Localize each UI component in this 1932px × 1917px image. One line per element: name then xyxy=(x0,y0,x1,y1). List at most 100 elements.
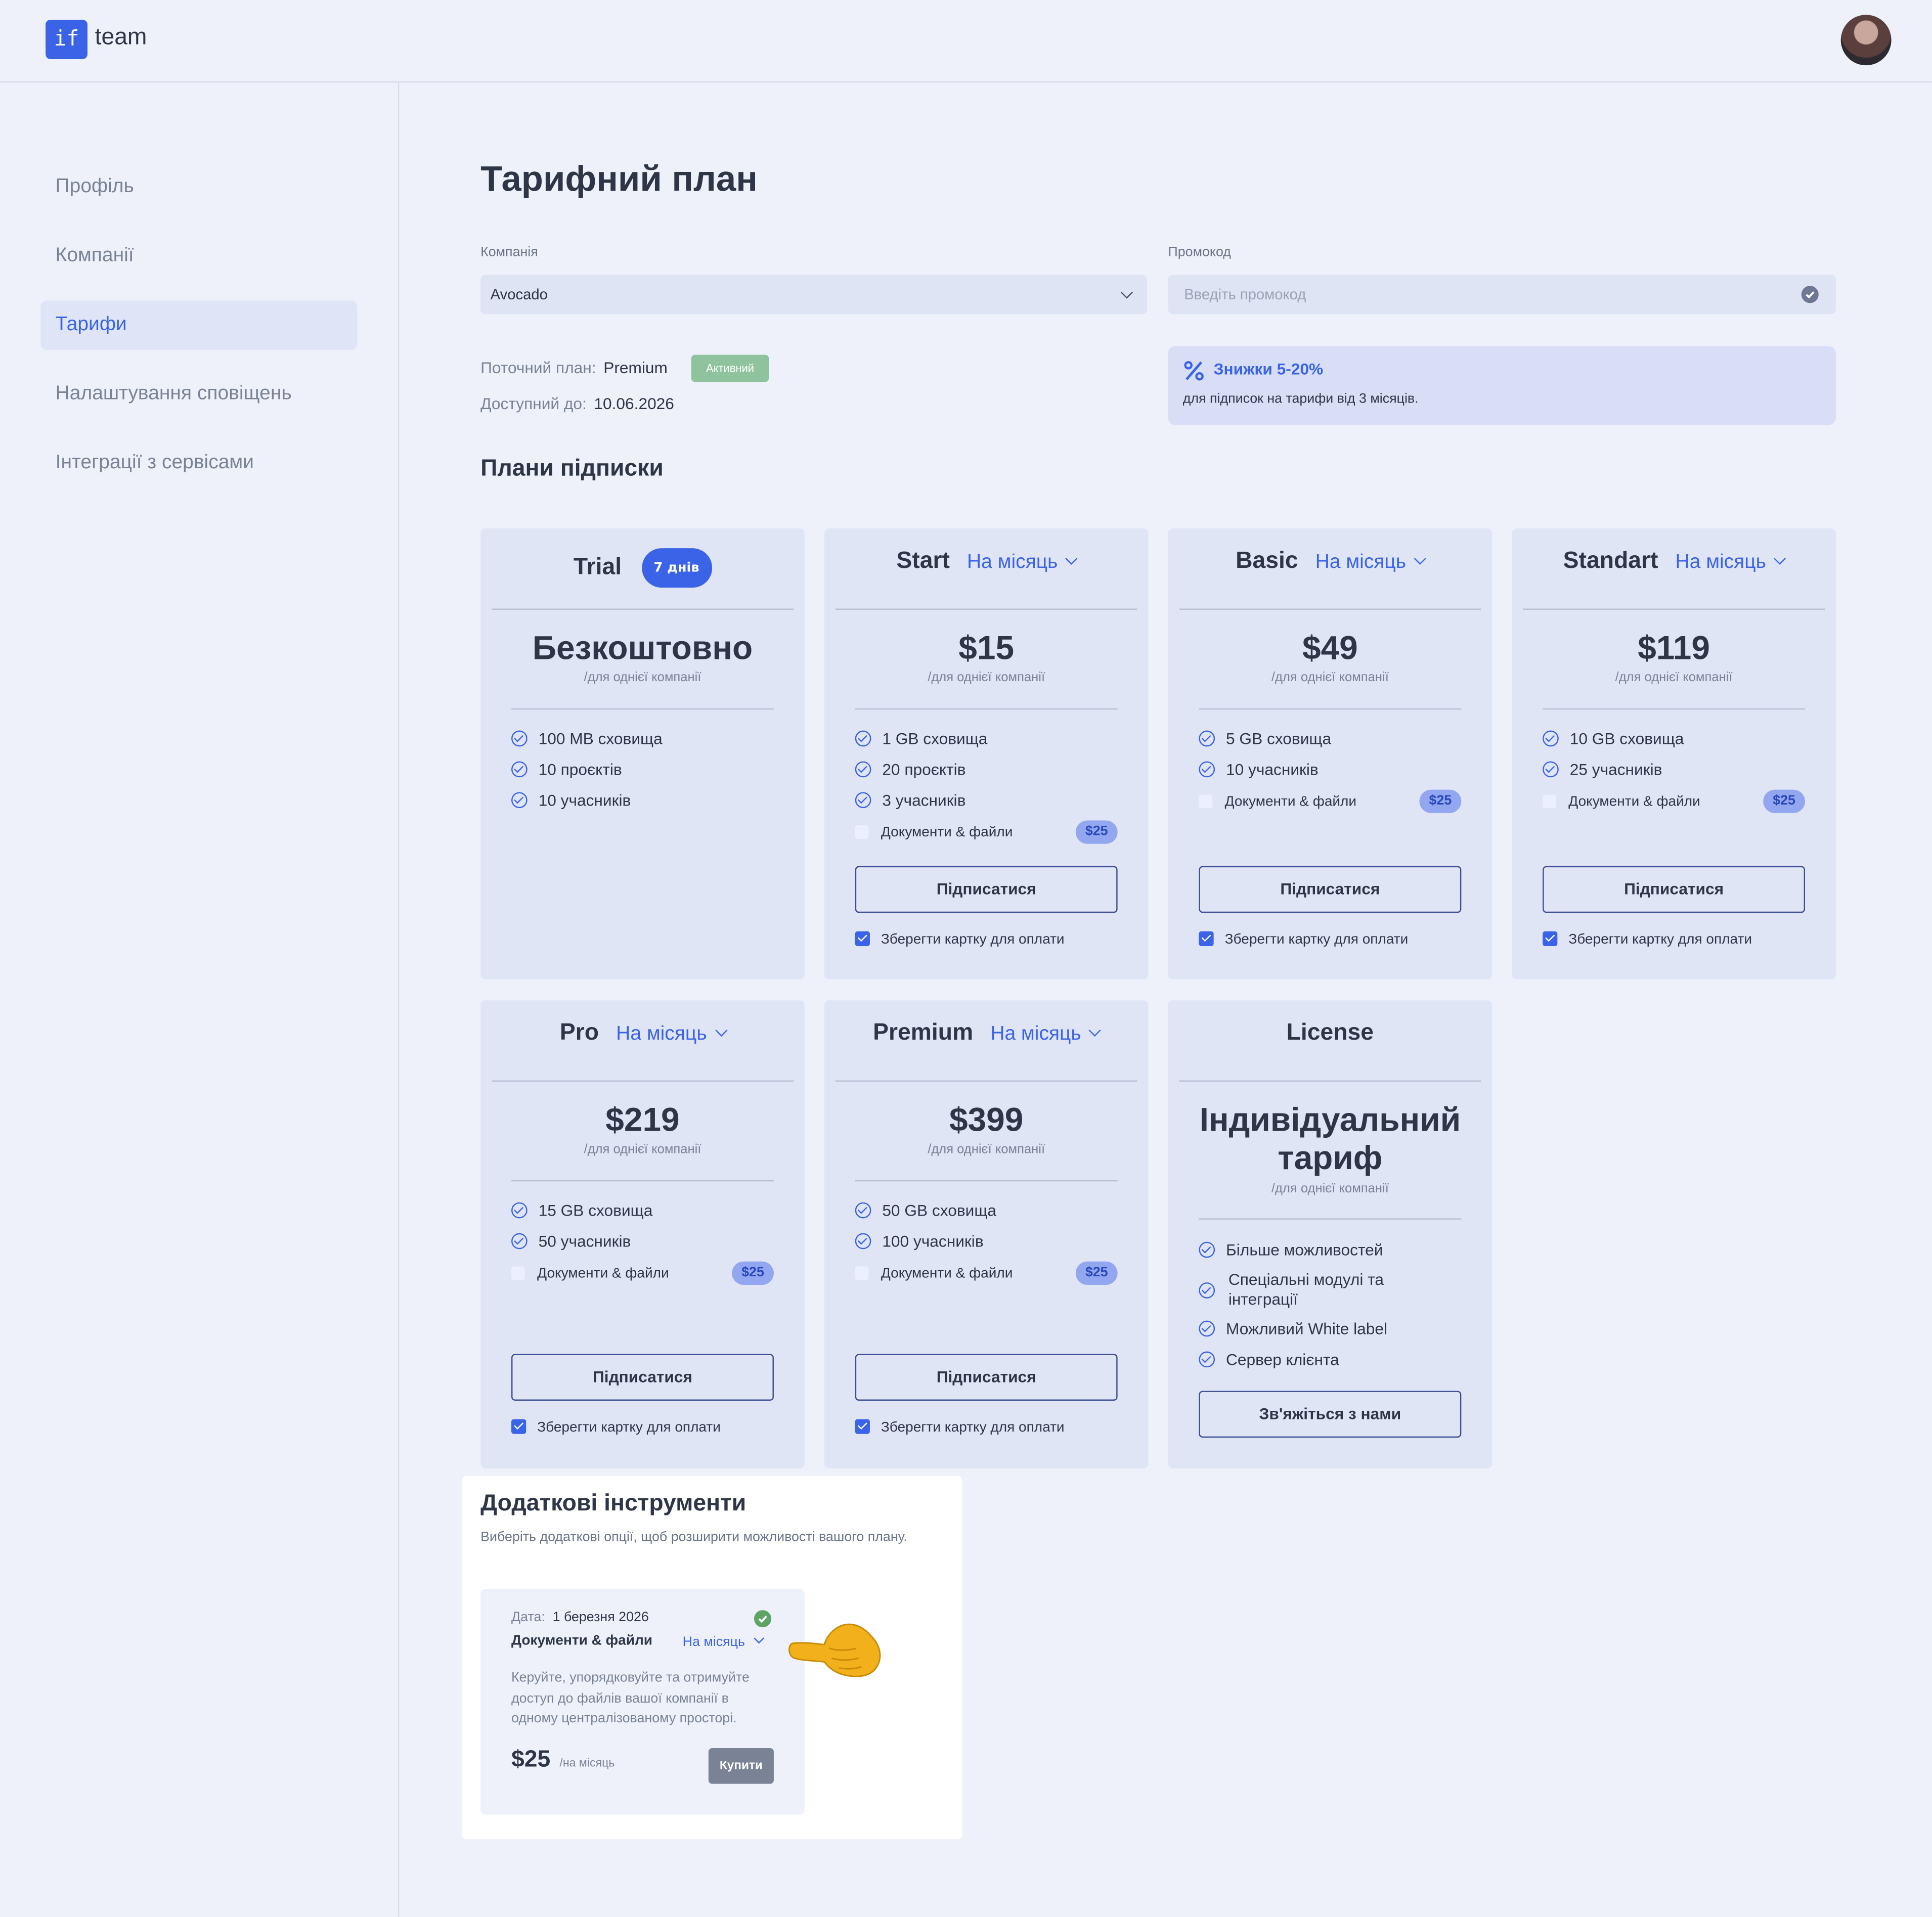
addon-docs-row[interactable]: Документи & файли $25 xyxy=(511,1261,774,1286)
sidebar-item-integrations[interactable]: Інтеграції з сервісами xyxy=(40,438,357,487)
plan-name: Basic xyxy=(1236,548,1298,574)
feature-item: 10 учасників xyxy=(1199,759,1319,781)
plan-name: Premium xyxy=(873,1020,974,1046)
chevron-down-icon[interactable] xyxy=(1414,552,1427,565)
sidebar-item-profile[interactable]: Профіль xyxy=(40,163,357,212)
chevron-down-icon xyxy=(1120,286,1133,299)
addon-period-select[interactable]: На місяць xyxy=(683,1633,764,1649)
promo-input[interactable]: Введіть промокод xyxy=(1168,275,1836,315)
save-card-checkbox[interactable]: Зберегти картку для оплати xyxy=(511,1419,721,1437)
plan-price: $15 xyxy=(958,629,1015,666)
plan-price: $49 xyxy=(1302,629,1358,666)
checkbox-checked-icon[interactable] xyxy=(511,1419,526,1434)
current-plan-label: Поточний план: xyxy=(480,358,596,377)
check-circle-icon xyxy=(511,730,528,747)
save-card-checkbox[interactable]: Зберегти картку для оплати xyxy=(855,1419,1065,1437)
check-circle-icon xyxy=(1199,1320,1215,1337)
checkbox-empty[interactable] xyxy=(1199,794,1213,809)
checkbox-checked-icon[interactable] xyxy=(855,1419,870,1434)
plan-card-premium: Premium На місяць $399 /для однієї компан… xyxy=(824,1000,1149,1468)
plan-price: $219 xyxy=(605,1101,680,1139)
check-circle-icon xyxy=(511,792,528,809)
promo-label: Промокод xyxy=(1168,245,1231,260)
buy-button[interactable]: Купити xyxy=(708,1748,774,1784)
subscribe-button[interactable]: Підписатися xyxy=(1543,866,1806,913)
save-card-checkbox[interactable]: Зберегти картку для оплати xyxy=(1199,931,1408,949)
period-select[interactable]: На місяць xyxy=(1315,552,1406,572)
current-plan-row: Поточний план: Premium xyxy=(480,359,668,377)
plan-price-note: /для однієї компанії xyxy=(1271,670,1389,685)
feature-item: 15 GB сховища xyxy=(511,1200,652,1222)
feature-item: Можливий White label xyxy=(1199,1318,1387,1341)
contact-us-button[interactable]: Зв'яжіться з нами xyxy=(1199,1391,1462,1438)
addon-price-badge: $25 xyxy=(1419,789,1462,813)
feature-item: Сервер клієнта xyxy=(1199,1349,1339,1371)
period-select[interactable]: На місяць xyxy=(990,1023,1081,1044)
chevron-down-icon[interactable] xyxy=(715,1024,727,1037)
available-until-row: Доступний до: 10.06.2026 xyxy=(480,394,674,413)
subscribe-button[interactable]: Підписатися xyxy=(855,866,1118,913)
checkbox-checked-icon[interactable] xyxy=(1199,931,1214,947)
period-select[interactable]: На місяць xyxy=(1676,552,1766,572)
plan-card-basic: Basic На місяць $49 /для однієї компанії … xyxy=(1168,528,1492,979)
plan-name: Start xyxy=(896,548,950,574)
logo-icon[interactable]: if xyxy=(46,19,87,59)
checkbox-empty[interactable] xyxy=(855,825,869,839)
plan-price-line1: Індивідуальний xyxy=(1199,1101,1461,1139)
company-select[interactable]: Avocado xyxy=(480,275,1148,315)
chevron-down-icon[interactable] xyxy=(753,1633,764,1644)
checkbox-empty[interactable] xyxy=(855,1266,869,1280)
check-circle-icon xyxy=(855,761,871,778)
period-select[interactable]: На місяць xyxy=(967,552,1058,572)
subscribe-button[interactable]: Підписатися xyxy=(511,1354,774,1401)
current-plan-value: Premium xyxy=(603,358,668,377)
check-circle-icon xyxy=(1543,730,1559,747)
discount-banner: Знижки 5-20% для підписок на тарифи від … xyxy=(1168,346,1836,425)
check-circle-icon xyxy=(855,1233,871,1250)
check-circle-icon xyxy=(1199,1351,1215,1368)
sidebar-item-tariffs[interactable]: Тарифи xyxy=(40,300,358,350)
checkbox-empty[interactable] xyxy=(1543,794,1556,809)
plan-name: License xyxy=(1286,1020,1374,1046)
chevron-down-icon[interactable] xyxy=(1774,552,1786,565)
feature-item: 10 проєктів xyxy=(511,759,622,781)
feature-item: 3 учасників xyxy=(855,790,965,812)
addon-docs-row[interactable]: Документи & файли $25 xyxy=(855,1261,1118,1286)
feature-item: 10 GB сховища xyxy=(1543,728,1684,750)
feature-item: 5 GB сховища xyxy=(1199,728,1331,750)
check-circle-icon xyxy=(511,761,528,778)
discount-title: Знижки 5-20% xyxy=(1213,360,1324,378)
save-card-checkbox[interactable]: Зберегти картку для оплати xyxy=(1543,931,1752,949)
chevron-down-icon[interactable] xyxy=(1089,1024,1102,1037)
chevron-down-icon[interactable] xyxy=(1066,552,1078,565)
period-select[interactable]: На місяць xyxy=(616,1023,707,1044)
addon-docs-row[interactable]: Документи & файли $25 xyxy=(1543,789,1806,815)
addon-price: $25 /на місяць xyxy=(511,1747,615,1773)
save-card-checkbox[interactable]: Зберегти картку для оплати xyxy=(855,931,1065,949)
addons-subtitle: Виберіть додаткові опції, щоб розширити … xyxy=(480,1530,907,1545)
feature-item xyxy=(1199,1280,1226,1302)
check-circle-icon[interactable] xyxy=(1801,286,1819,303)
subscribe-button[interactable]: Підписатися xyxy=(855,1354,1118,1401)
user-avatar[interactable] xyxy=(1840,15,1892,66)
plan-card-trial: Trial 7 днів Безкоштовно /для однієї комп… xyxy=(480,528,805,979)
feature-item: 100 учасників xyxy=(855,1231,984,1253)
plan-card-standart: Standart На місяць $119 /для однієї компа… xyxy=(1512,528,1836,979)
promo-placeholder: Введіть промокод xyxy=(1184,286,1306,303)
checkbox-empty[interactable] xyxy=(511,1266,525,1280)
check-circle-icon xyxy=(1199,1241,1215,1258)
feature-item: 10 учасників xyxy=(511,790,631,812)
addons-panel: Додаткові інструменти Виберіть додаткові… xyxy=(462,1476,962,1840)
plan-price: Безкоштовно xyxy=(532,629,753,666)
addon-docs-row[interactable]: Документи & файли $25 xyxy=(1199,789,1462,815)
subscribe-button[interactable]: Підписатися xyxy=(1199,866,1462,913)
checkbox-checked-icon[interactable] xyxy=(1543,931,1558,947)
checkbox-checked-icon[interactable] xyxy=(855,931,870,947)
addon-docs-row[interactable]: Документи & файли $25 xyxy=(855,820,1118,845)
sidebar-item-companies[interactable]: Компанії xyxy=(40,232,357,281)
plan-card-pro: Pro На місяць $219 /для однієї компанії 1… xyxy=(480,1000,805,1468)
check-circle-icon xyxy=(855,730,871,747)
sidebar-item-notifications[interactable]: Налаштування сповіщень xyxy=(40,370,357,419)
feature-text: інтеграції xyxy=(1228,1289,1298,1309)
check-circle-icon xyxy=(1199,1282,1215,1299)
